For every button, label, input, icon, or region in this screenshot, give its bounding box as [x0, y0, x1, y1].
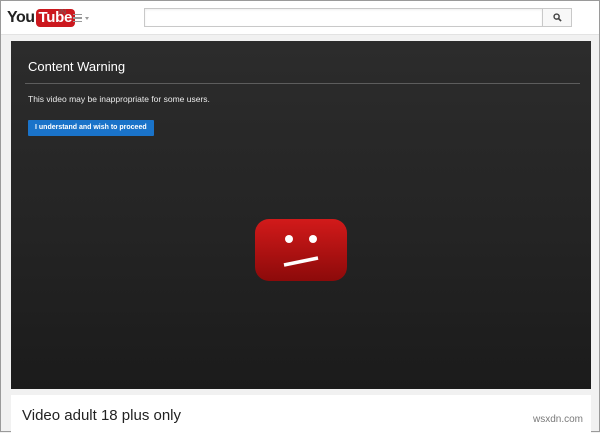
search-icon — [552, 13, 562, 22]
search-button[interactable] — [542, 8, 572, 27]
logo-you-text: You — [7, 9, 35, 26]
video-player[interactable]: Content Warning This video may be inappr… — [11, 41, 591, 389]
divider — [25, 83, 580, 84]
proceed-button[interactable]: I understand and wish to proceed — [28, 120, 154, 136]
hamburger-menu-icon — [73, 12, 82, 25]
guide-menu-button[interactable] — [73, 12, 91, 24]
content-warning-title: Content Warning — [28, 59, 126, 74]
search-input[interactable] — [144, 8, 542, 27]
sad-face-icon — [255, 219, 347, 281]
video-title-bar: Video adult 18 plus only wsxdn.com — [11, 395, 591, 433]
logo-tube-text: Tube — [35, 9, 76, 27]
watermark: wsxdn.com — [532, 414, 583, 425]
video-title: Video adult 18 plus only — [22, 407, 182, 424]
chevron-down-icon — [85, 16, 89, 20]
country-code: IN — [59, 9, 66, 16]
masthead: You Tube IN — [1, 1, 599, 35]
content-warning-message: This video may be inappropriate for some… — [28, 94, 210, 104]
